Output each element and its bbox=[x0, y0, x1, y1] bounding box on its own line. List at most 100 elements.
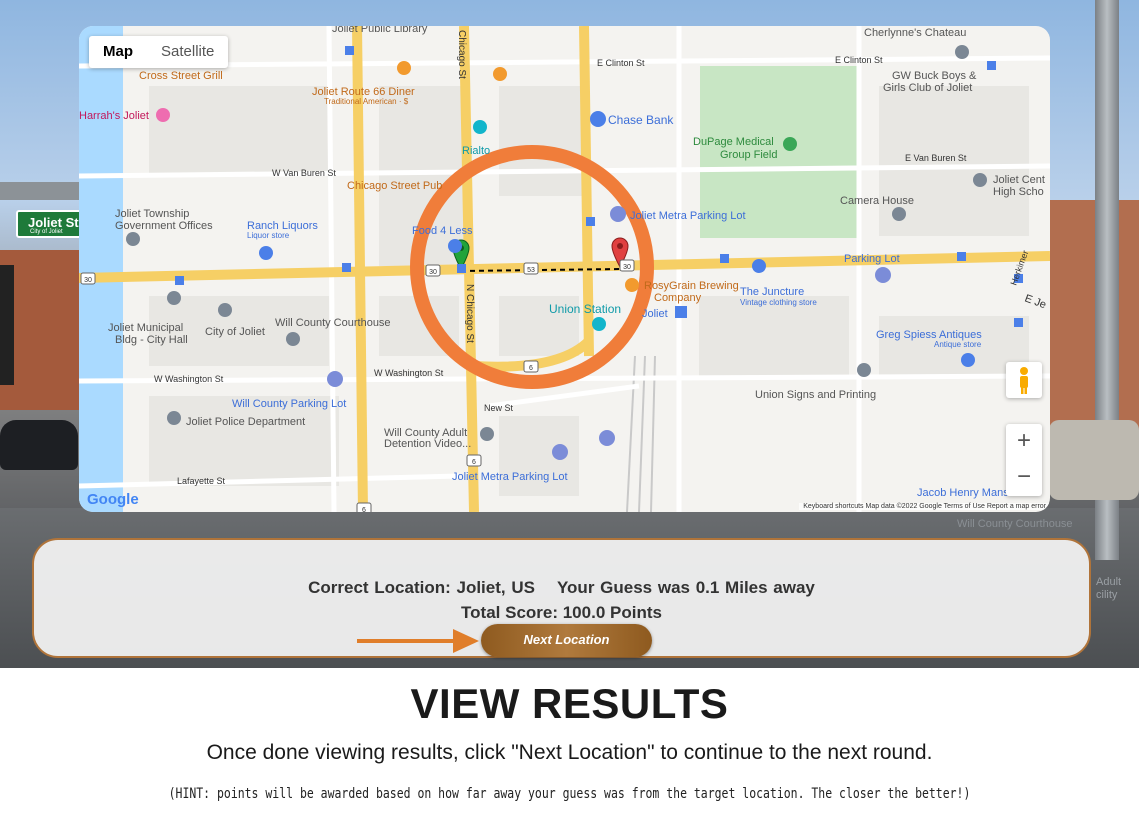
county-parking-label: Will County Parking Lot bbox=[232, 398, 346, 410]
restaurant-icon bbox=[625, 278, 639, 292]
svg-text:30: 30 bbox=[429, 269, 437, 276]
union-signs-label: Union Signs and Printing bbox=[755, 389, 876, 401]
n-chicago-st-label: N Chicago St bbox=[464, 284, 475, 343]
arrow-right-icon bbox=[357, 629, 479, 653]
liquors-sub: Liquor store bbox=[247, 231, 290, 240]
restaurant-icon bbox=[397, 61, 411, 75]
street-label: W Washington St bbox=[374, 368, 444, 378]
dupage-label-2: Group Field bbox=[720, 149, 777, 161]
municipal-label: Joliet Municipal bbox=[108, 322, 183, 334]
metra-parking-label: Joliet Metra Parking Lot bbox=[630, 210, 746, 222]
courthouse-label: Will County Courthouse bbox=[275, 317, 391, 329]
school-label-2: High Scho bbox=[993, 186, 1044, 198]
municipal-label-2: Bldg - City Hall bbox=[115, 334, 188, 346]
antiques-sub: Antique store bbox=[934, 340, 982, 349]
landmark-icon bbox=[167, 411, 181, 425]
shopping-icon bbox=[752, 259, 766, 273]
club-label: GW Buck Boys & bbox=[892, 70, 977, 82]
total-score-text: Total Score: 100.0 Points bbox=[461, 603, 662, 622]
pegman-icon bbox=[1020, 367, 1028, 394]
bank-icon bbox=[590, 111, 606, 127]
landmark-icon bbox=[167, 291, 181, 305]
landmark-icon bbox=[473, 120, 487, 134]
school-label: Joliet Cent bbox=[993, 174, 1045, 186]
map-type-control[interactable]: Map Satellite bbox=[89, 36, 229, 68]
results-summary: Correct Location: Joliet, US Your Guess w… bbox=[34, 578, 1089, 598]
hint-text: (HINT: points will be awarded based on h… bbox=[168, 786, 971, 802]
shopping-icon bbox=[961, 353, 975, 367]
correct-location-text: Correct Location: Joliet, US bbox=[308, 578, 535, 597]
svg-text:6: 6 bbox=[472, 459, 476, 466]
svg-text:30: 30 bbox=[623, 264, 631, 271]
chase-label: Chase Bank bbox=[608, 113, 674, 127]
parking-icon bbox=[610, 206, 626, 222]
parking-icon bbox=[599, 430, 615, 446]
landmark-icon bbox=[286, 332, 300, 346]
map-type-map-button[interactable]: Map bbox=[89, 36, 147, 68]
pub-label: Chicago Street Pub bbox=[347, 180, 442, 192]
landmark-icon bbox=[126, 232, 140, 246]
chateau-label: Cherlynne's Chateau bbox=[864, 27, 966, 39]
street-label: W Van Buren St bbox=[272, 168, 336, 178]
zoom-control[interactable]: + − bbox=[1006, 424, 1042, 496]
map-attribution[interactable]: Keyboard shortcuts Map data ©2022 Google… bbox=[799, 503, 1050, 510]
shopping-icon bbox=[448, 239, 462, 253]
casino-icon bbox=[156, 108, 170, 122]
zoom-in-button[interactable]: + bbox=[1006, 424, 1042, 460]
harrahs-label: Harrah's Joliet bbox=[79, 110, 149, 122]
street-label: New St bbox=[484, 403, 514, 413]
stadium-icon bbox=[783, 137, 797, 151]
svg-text:53: 53 bbox=[527, 267, 535, 274]
map-canvas[interactable]: 30 30 30 53 6 6 6 Joliet Public Library … bbox=[79, 26, 1050, 512]
next-location-button[interactable]: Next Location bbox=[481, 624, 652, 657]
grill-label: Cross Street Grill bbox=[139, 70, 223, 82]
rialto-label: Rialto bbox=[462, 145, 490, 157]
detention-label-2: Detention Video... bbox=[384, 438, 471, 450]
street-label: E Clinton St bbox=[597, 58, 645, 68]
parking-icon bbox=[552, 444, 568, 460]
svg-text:6: 6 bbox=[529, 365, 533, 372]
restaurant-icon bbox=[493, 67, 507, 81]
juncture-sub: Vintage clothing store bbox=[740, 298, 817, 307]
landmark-icon bbox=[857, 363, 871, 377]
metra-parking-label-2: Joliet Metra Parking Lot bbox=[452, 471, 568, 483]
results-panel: Correct Location: Joliet, US Your Guess w… bbox=[32, 538, 1091, 658]
parking-lot-label: Parking Lot bbox=[844, 253, 900, 265]
township-label: Joliet Township bbox=[115, 208, 189, 220]
dupage-label: DuPage Medical bbox=[693, 136, 774, 148]
diner-sub: Traditional American · $ bbox=[324, 97, 409, 106]
page-subtitle: Once done viewing results, click "Next L… bbox=[206, 741, 933, 764]
landmark-icon bbox=[218, 303, 232, 317]
landmark-icon bbox=[480, 427, 494, 441]
library-label: Joliet Public Library bbox=[332, 26, 428, 35]
chicago-st-label: Chicago St bbox=[456, 30, 467, 79]
guess-distance-text: Your Guess was 0.1 Miles away bbox=[556, 578, 815, 597]
township-label-2: Government Offices bbox=[115, 220, 213, 232]
train-station-icon bbox=[592, 317, 606, 331]
union-station-label: Union Station bbox=[549, 302, 621, 316]
svg-text:30: 30 bbox=[84, 277, 92, 284]
police-label: Joliet Police Department bbox=[186, 416, 305, 428]
street-label: W Washington St bbox=[154, 374, 224, 384]
city-of-joliet-label: City of Joliet bbox=[205, 326, 265, 338]
zoom-out-button[interactable]: − bbox=[1006, 460, 1042, 496]
club-label-2: Girls Club of Joliet bbox=[883, 82, 972, 94]
map-type-satellite-button[interactable]: Satellite bbox=[147, 36, 228, 68]
food4less-label: Food 4 Less bbox=[412, 225, 473, 237]
landmark-icon bbox=[973, 173, 987, 187]
parking-icon bbox=[875, 267, 891, 283]
results-map[interactable]: 30 30 30 53 6 6 6 Joliet Public Library … bbox=[79, 26, 1050, 512]
street-label: E Clinton St bbox=[835, 55, 883, 65]
brewing-label-2: Company bbox=[654, 292, 702, 304]
juncture-label: The Juncture bbox=[740, 286, 804, 298]
pegman-button[interactable] bbox=[1006, 362, 1042, 398]
river bbox=[79, 26, 123, 512]
bg-adult-label: Adult bbox=[1096, 576, 1121, 588]
page-title: VIEW RESULTS bbox=[410, 680, 729, 727]
bg-facility-label: cility bbox=[1096, 589, 1118, 601]
google-logo: Google bbox=[87, 491, 139, 508]
landmark-icon bbox=[892, 207, 906, 221]
landmark-icon bbox=[955, 45, 969, 59]
brewing-label: RosyGrain Brewing bbox=[644, 280, 739, 292]
shopping-icon bbox=[259, 246, 273, 260]
